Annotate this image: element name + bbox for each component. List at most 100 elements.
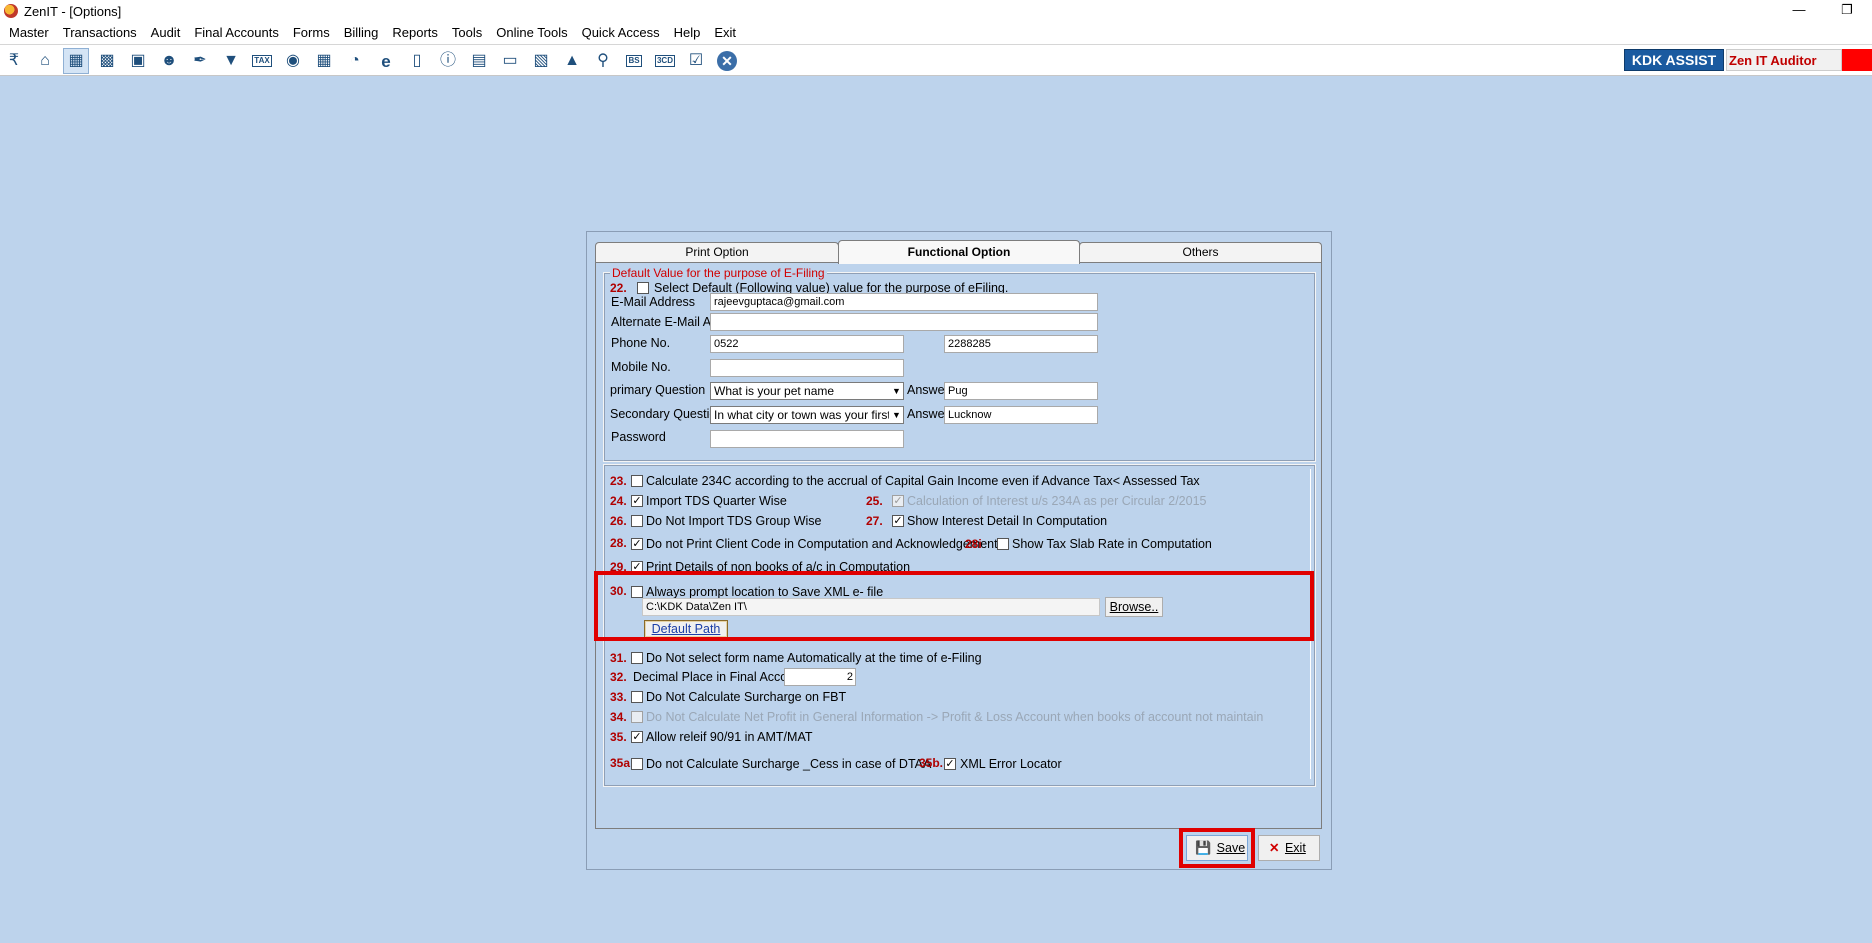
secondary-question-value: In what city or town was your first jo	[714, 408, 904, 422]
bar-chart-icon[interactable]: ▩	[94, 48, 120, 74]
opt35a-label: Do not Calculate Surcharge _Cess in case…	[646, 757, 932, 771]
opt35-checkbox[interactable]: ✓	[631, 731, 643, 743]
opt27-checkbox[interactable]: ✓	[892, 515, 904, 527]
menu-online-tools[interactable]: Online Tools	[489, 22, 574, 44]
eye-icon[interactable]: ◉	[280, 48, 306, 74]
status-red-block	[1842, 49, 1872, 71]
calendar-icon[interactable]: ▧	[528, 48, 554, 74]
chevron-down-icon: ▼	[889, 407, 903, 423]
tax-icon[interactable]: TAX	[249, 48, 275, 74]
grid-icon[interactable]: ▦	[311, 48, 337, 74]
opt28i-label: Show Tax Slab Rate in Computation	[1012, 537, 1212, 551]
opt28-checkbox[interactable]: ✓	[631, 538, 643, 550]
auditor-label: Zen IT Auditor	[1726, 49, 1842, 71]
rupee-icon[interactable]: ₹	[1, 48, 27, 74]
search-doc-icon[interactable]: ⚲	[590, 48, 616, 74]
secondary-answer-field[interactable]: Lucknow	[944, 406, 1098, 424]
opt23-checkbox[interactable]	[631, 475, 643, 487]
menu-master[interactable]: Master	[2, 22, 56, 44]
pie-icon[interactable]: ◔	[342, 48, 368, 74]
opt23-label: Calculate 234C according to the accrual …	[646, 474, 1200, 488]
phone-number-field[interactable]: 2288285	[944, 335, 1098, 353]
decimal-place-field[interactable]: 2	[784, 668, 856, 686]
option-number: 27.	[866, 514, 883, 528]
opt27-label: Show Interest Detail In Computation	[907, 514, 1108, 528]
alt-email-field[interactable]	[710, 313, 1098, 331]
chevron-down-icon: ▼	[889, 383, 903, 399]
opt35-label: Allow releif 90/91 in AMT/MAT	[646, 730, 813, 744]
doc-check-icon[interactable]: ☑	[683, 48, 709, 74]
primary-question-value: What is your pet name	[714, 384, 835, 398]
report-icon[interactable]: ▤	[466, 48, 492, 74]
password-field[interactable]	[710, 430, 904, 448]
highlight-option-30	[594, 571, 1314, 641]
menu-exit[interactable]: Exit	[707, 22, 743, 44]
option-number: 22.	[610, 281, 627, 295]
upload-icon[interactable]: ▲	[559, 48, 585, 74]
menu-reports[interactable]: Reports	[385, 22, 445, 44]
close-icon: ✕	[1269, 841, 1280, 855]
primary-question-select[interactable]: What is your pet name ▼	[710, 382, 904, 400]
option-number: 24.	[610, 494, 627, 508]
option-number: 23.	[610, 474, 627, 488]
restore-icon[interactable]: ❐	[1832, 0, 1862, 22]
efiling-group: Default Value for the purpose of E-Filin…	[603, 266, 1316, 462]
opt26-checkbox[interactable]	[631, 515, 643, 527]
option-number: 35b.	[919, 756, 944, 770]
menu-tools[interactable]: Tools	[445, 22, 489, 44]
info-icon[interactable]: ⓘ	[435, 48, 461, 74]
primary-answer-label: Answer	[907, 383, 949, 397]
menu-transactions[interactable]: Transactions	[56, 22, 144, 44]
option-number: 32.	[610, 670, 627, 684]
option-number: 35.	[610, 730, 627, 744]
menu-help[interactable]: Help	[667, 22, 708, 44]
window-title: ZenIT - [Options]	[24, 3, 122, 19]
opt33-checkbox[interactable]	[631, 691, 643, 703]
kdk-assist-button[interactable]: KDK ASSIST	[1624, 49, 1724, 71]
home-icon[interactable]: ⌂	[32, 48, 58, 74]
phone-std-field[interactable]: 0522	[710, 335, 904, 353]
menu-bar: Master Transactions Audit Final Accounts…	[0, 22, 1872, 44]
menu-audit[interactable]: Audit	[144, 22, 188, 44]
option-number: 28.	[610, 536, 627, 550]
opt28i-checkbox[interactable]	[997, 538, 1009, 550]
epay-icon[interactable]: e	[373, 48, 399, 74]
gift-icon[interactable]: ▣	[125, 48, 151, 74]
option-number: 28i	[965, 537, 982, 551]
pin-icon[interactable]: ✒	[187, 48, 213, 74]
menu-quick-access[interactable]: Quick Access	[575, 22, 667, 44]
secondary-answer-label: Answer	[907, 407, 949, 421]
primary-answer-field[interactable]: Pug	[944, 382, 1098, 400]
close-circle-icon[interactable]: ✕	[714, 48, 740, 74]
users-icon[interactable]: ☻	[156, 48, 182, 74]
3cd-icon[interactable]: 3CD	[652, 48, 678, 74]
exit-button[interactable]: ✕ Exit	[1258, 835, 1320, 861]
opt35b-checkbox[interactable]: ✓	[944, 758, 956, 770]
calculator-icon[interactable]: ▦	[63, 48, 89, 74]
tab-others[interactable]: Others	[1079, 242, 1322, 262]
menu-billing[interactable]: Billing	[337, 22, 386, 44]
opt25-checkbox: ✓	[892, 495, 904, 507]
tab-print-option[interactable]: Print Option	[595, 242, 839, 262]
opt35a-checkbox[interactable]	[631, 758, 643, 770]
secondary-question-select[interactable]: In what city or town was your first jo ▼	[710, 406, 904, 424]
opt31-checkbox[interactable]	[631, 652, 643, 664]
toolbar: ₹ ⌂ ▦ ▩ ▣ ☻ ✒ ▼ TAX ◉ ▦ ◔ e ▯ ⓘ ▤ ▭ ▧ ▲ …	[0, 44, 1872, 76]
menu-final-accounts[interactable]: Final Accounts	[187, 22, 286, 44]
filter-download-icon[interactable]: ▼	[218, 48, 244, 74]
secondary-question-label: Secondary Question	[610, 407, 724, 421]
tab-functional-option[interactable]: Functional Option	[838, 240, 1080, 264]
book-icon[interactable]: ▯	[404, 48, 430, 74]
mobile-field[interactable]	[710, 359, 904, 377]
app-icon	[4, 4, 18, 18]
menu-forms[interactable]: Forms	[286, 22, 337, 44]
minimize-icon[interactable]: —	[1784, 0, 1814, 22]
opt35b-label: XML Error Locator	[960, 757, 1062, 771]
opt34-checkbox	[631, 711, 643, 723]
email-field[interactable]: rajeevguptaca@gmail.com	[710, 293, 1098, 311]
user-doc-icon[interactable]: ▭	[497, 48, 523, 74]
opt24-checkbox[interactable]: ✓	[631, 495, 643, 507]
bs-icon[interactable]: BS	[621, 48, 647, 74]
option-number: 31.	[610, 651, 627, 665]
opt22-checkbox[interactable]	[637, 282, 649, 294]
